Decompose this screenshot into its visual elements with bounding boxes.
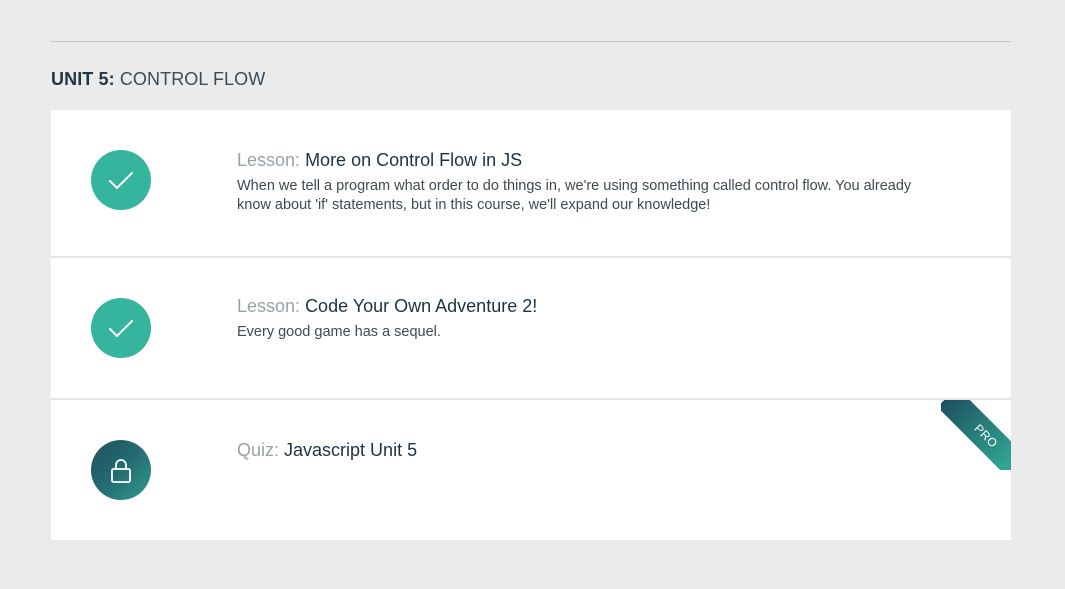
unit-heading: UNIT 5: CONTROL FLOW bbox=[51, 69, 265, 90]
lesson-description: When we tell a program what order to do … bbox=[237, 178, 912, 213]
locked-status-badge bbox=[91, 440, 151, 500]
list-item-text: Quiz: Javascript Unit 5 bbox=[237, 439, 951, 461]
lesson-title-line[interactable]: Lesson: Code Your Own Adventure 2! bbox=[237, 295, 951, 317]
completed-status-badge bbox=[91, 150, 151, 210]
completed-status-badge bbox=[91, 298, 151, 358]
quiz-title[interactable]: Javascript Unit 5 bbox=[284, 440, 417, 460]
list-item-text: Lesson: More on Control Flow in JS When … bbox=[237, 149, 951, 215]
item-kind-label: Quiz: bbox=[237, 440, 280, 460]
checkmark-icon bbox=[109, 172, 133, 189]
list-item[interactable]: Quiz: Javascript Unit 5 PRO bbox=[51, 398, 1011, 540]
list-item-text: Lesson: Code Your Own Adventure 2! Every… bbox=[237, 295, 951, 342]
section-divider bbox=[51, 41, 1011, 42]
unit-name: CONTROL FLOW bbox=[119, 69, 266, 89]
item-kind-label: Lesson: bbox=[237, 150, 301, 170]
lesson-title[interactable]: Code Your Own Adventure 2! bbox=[305, 296, 537, 316]
lesson-list: Lesson: More on Control Flow in JS When … bbox=[51, 110, 1011, 540]
list-item[interactable]: Lesson: More on Control Flow in JS When … bbox=[51, 110, 1011, 256]
pro-ribbon: PRO bbox=[941, 400, 1011, 470]
quiz-title-line[interactable]: Quiz: Javascript Unit 5 bbox=[237, 439, 951, 461]
item-kind-label: Lesson: bbox=[237, 296, 301, 316]
pro-badge-label: PRO bbox=[941, 400, 1011, 470]
list-item[interactable]: Lesson: Code Your Own Adventure 2! Every… bbox=[51, 256, 1011, 398]
unit-label: UNIT 5: bbox=[51, 69, 115, 89]
lesson-description: Every good game has a sequel. bbox=[237, 324, 441, 340]
checkmark-icon bbox=[109, 320, 133, 337]
lesson-title-line[interactable]: Lesson: More on Control Flow in JS bbox=[237, 149, 951, 171]
lesson-title[interactable]: More on Control Flow in JS bbox=[305, 150, 522, 170]
lock-icon bbox=[111, 459, 131, 483]
